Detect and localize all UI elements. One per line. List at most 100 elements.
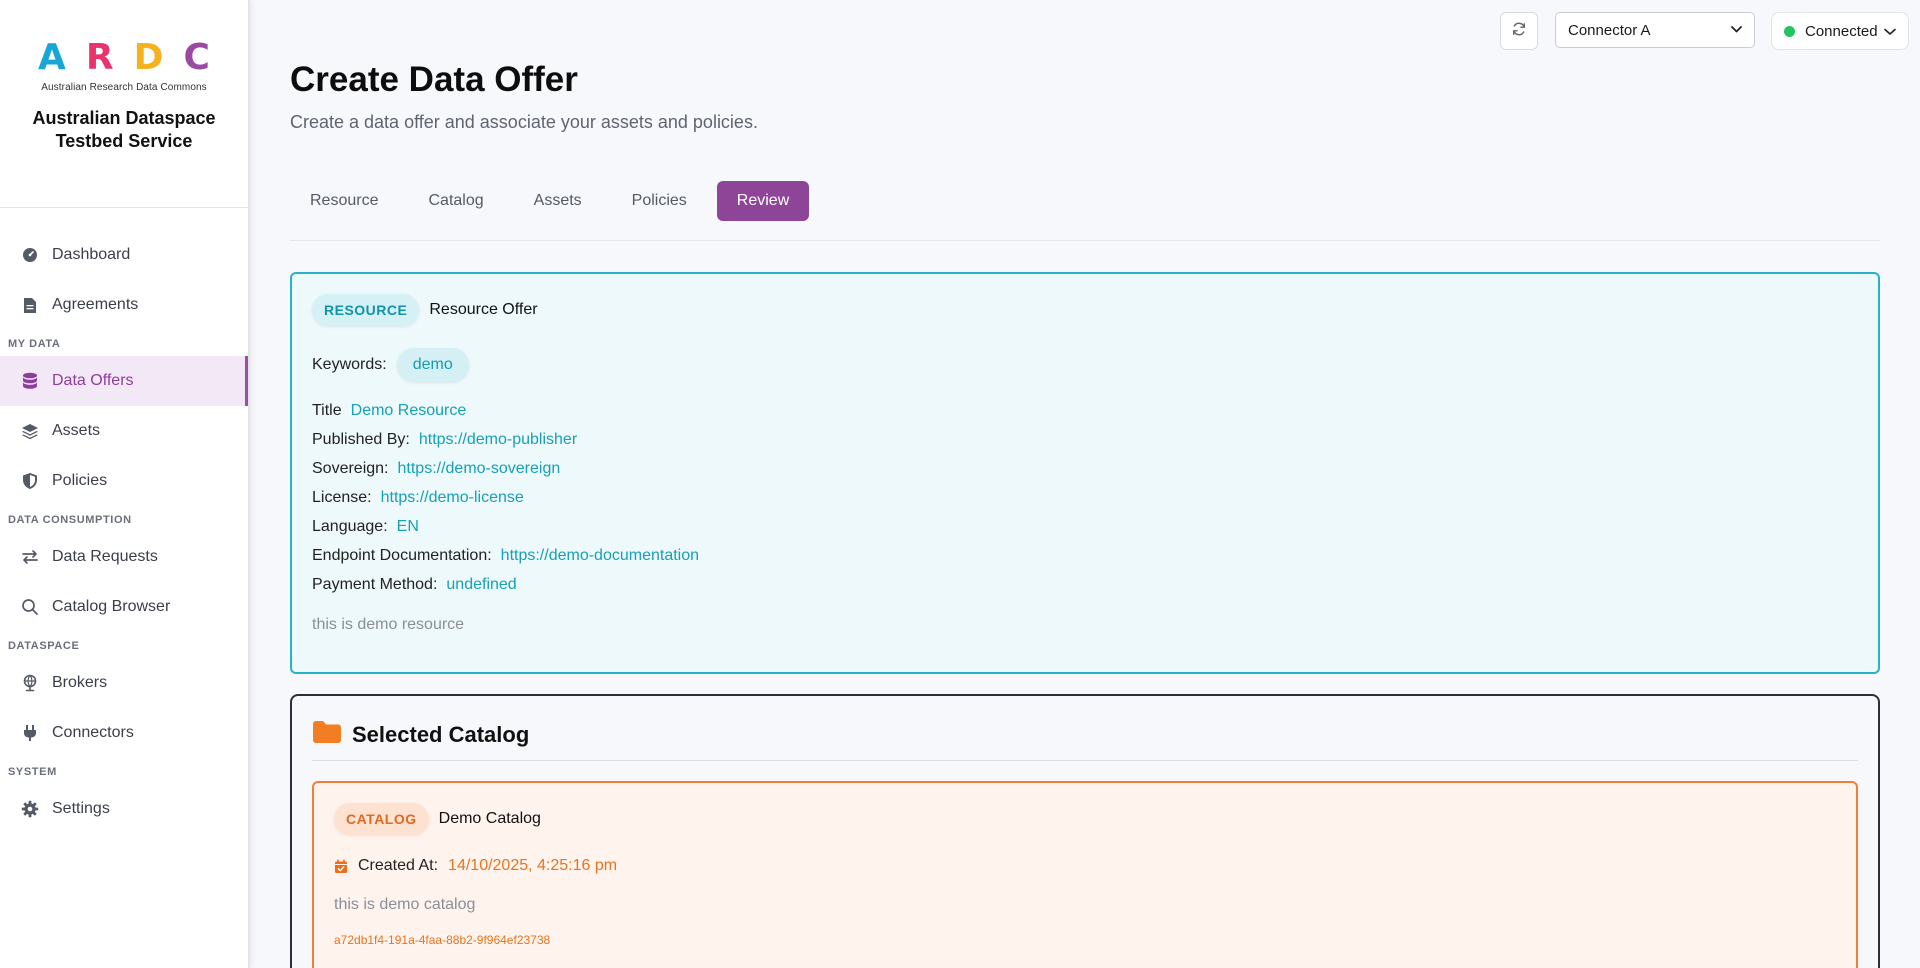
chevron-down-icon (1884, 23, 1896, 40)
sidebar-item-label: Settings (52, 800, 110, 817)
field-label: Endpoint Documentation: (312, 547, 492, 564)
layers-icon (20, 421, 40, 441)
shield-icon (20, 471, 40, 491)
ardc-logo: A R D C (38, 40, 210, 76)
section-my-data: MY DATA (8, 338, 61, 350)
resource-name: Resource Offer (429, 301, 538, 318)
sidebar-item-data-requests[interactable]: Data Requests (0, 532, 248, 582)
page-title: Create Data Offer (290, 60, 578, 99)
sidebar-item-brokers[interactable]: Brokers (0, 658, 248, 708)
database-icon (20, 371, 40, 391)
field-label: Language: (312, 518, 388, 535)
section-system: SYSTEM (8, 766, 57, 778)
connector-select[interactable]: Connector A (1555, 12, 1755, 48)
tab-catalog[interactable]: Catalog (408, 181, 503, 221)
connector-select-value: Connector A (1568, 21, 1651, 39)
brand-header: A R D C Australian Research Data Commons… (0, 0, 248, 208)
tabs-divider (290, 240, 1880, 241)
catalog-description: this is demo catalog (334, 896, 476, 913)
field-value: Demo Resource (350, 402, 467, 419)
field-label: Published By: (312, 431, 410, 448)
catalog-header: CATALOG Demo Catalog (334, 803, 541, 835)
sidebar-item-label: Catalog Browser (52, 598, 171, 615)
field-value: https://demo-publisher (418, 431, 578, 448)
sidebar-item-label: Connectors (52, 724, 134, 741)
resource-badge: RESOURCE (312, 294, 420, 326)
page-subtitle: Create a data offer and associate your a… (290, 112, 758, 132)
sidebar-item-dashboard[interactable]: Dashboard (0, 230, 248, 280)
field-label: Payment Method: (312, 576, 438, 593)
field-value: https://demo-documentation (500, 547, 700, 564)
tab-policies[interactable]: Policies (612, 181, 707, 221)
license-field: License: https://demo-license (312, 489, 524, 507)
refresh-button[interactable] (1500, 12, 1538, 50)
app-title-line2: Testbed Service (55, 131, 193, 151)
resource-description: this is demo resource (312, 616, 465, 633)
sidebar-item-policies[interactable]: Policies (0, 456, 248, 506)
sovereign-field: Sovereign: https://demo-sovereign (312, 460, 560, 478)
sidebar-item-data-offers[interactable]: Data Offers (0, 356, 248, 406)
catalog-name: Demo Catalog (438, 810, 541, 827)
section-data-consumption: DATA CONSUMPTION (8, 514, 132, 526)
arrows-exchange-icon (20, 547, 40, 567)
tab-assets[interactable]: Assets (514, 181, 602, 221)
field-value: https://demo-sovereign (397, 460, 561, 477)
resource-summary-card: RESOURCE Resource Offer Keywords: demo T… (290, 272, 1880, 674)
sidebar-item-connectors[interactable]: Connectors (0, 708, 248, 758)
created-at-label: Created At: (358, 857, 439, 874)
app-title: Australian Dataspace Testbed Service (32, 107, 215, 153)
sidebar-item-label: Data Offers (52, 372, 134, 389)
sidebar-item-agreements[interactable]: Agreements (0, 280, 248, 330)
refresh-icon (1511, 21, 1527, 42)
keyword-chip: demo (396, 348, 469, 382)
sidebar-item-label: Policies (52, 472, 108, 489)
sidebar-item-catalog-browser[interactable]: Catalog Browser (0, 582, 248, 632)
gauge-icon (20, 245, 40, 265)
field-label: Sovereign: (312, 460, 389, 477)
document-icon (20, 295, 40, 315)
keywords-row: Keywords: demo (312, 348, 469, 382)
catalog-created-at: Created At: 14/10/2025, 4:25:16 pm (334, 857, 617, 875)
logo-letter-d: D (133, 37, 164, 78)
sidebar-nav: Dashboard Agreements MY DATA Data Offers… (0, 208, 248, 834)
sidebar-item-label: Dashboard (52, 246, 131, 263)
tab-resource[interactable]: Resource (290, 181, 398, 221)
sidebar: A R D C Australian Research Data Commons… (0, 0, 250, 968)
created-at-value: 14/10/2025, 4:25:16 pm (448, 857, 618, 874)
payment-method-field: Payment Method: undefined (312, 576, 517, 594)
connection-status-dropdown[interactable]: Connected (1771, 12, 1909, 50)
app-title-line1: Australian Dataspace (32, 108, 216, 128)
selected-catalog-section: Selected Catalog CATALOG Demo Catalog Cr… (290, 694, 1880, 968)
chevron-down-icon (1731, 24, 1742, 36)
catalog-id: a72db1f4-191a-4faa-88b2-9f964ef23738 (334, 933, 551, 947)
selected-catalog-title: Selected Catalog (352, 721, 530, 747)
logo-letter-r: R (85, 37, 114, 78)
language-field: Language: EN (312, 518, 419, 536)
globe-stand-icon (20, 673, 40, 693)
sidebar-item-label: Agreements (52, 296, 139, 313)
sidebar-item-label: Data Requests (52, 548, 158, 565)
logo-letter-c: C (183, 37, 210, 78)
section-dataspace: DATASPACE (8, 640, 80, 652)
logo-letter-a: A (38, 37, 66, 78)
title-field: Title Demo Resource (312, 402, 466, 420)
field-label: Title (312, 402, 342, 419)
sidebar-item-settings[interactable]: Settings (0, 784, 248, 834)
resource-header: RESOURCE Resource Offer (312, 294, 538, 326)
folder-icon (312, 720, 342, 749)
catalog-badge: CATALOG (334, 803, 429, 835)
sidebar-item-label: Brokers (52, 674, 108, 691)
keywords-label: Keywords: (312, 356, 387, 373)
logo-subtitle: Australian Research Data Commons (41, 82, 207, 93)
connection-status-label: Connected (1805, 22, 1878, 40)
gear-icon (20, 799, 40, 819)
field-value: EN (396, 518, 419, 535)
published-by-field: Published By: https://demo-publisher (312, 431, 577, 449)
calendar-icon (334, 859, 348, 874)
field-value: https://demo-license (380, 489, 524, 506)
field-label: License: (312, 489, 372, 506)
sidebar-item-assets[interactable]: Assets (0, 406, 248, 456)
wizard-tabs: Resource Catalog Assets Policies Review (290, 181, 819, 221)
tab-review[interactable]: Review (716, 181, 810, 221)
field-value: undefined (446, 576, 517, 593)
